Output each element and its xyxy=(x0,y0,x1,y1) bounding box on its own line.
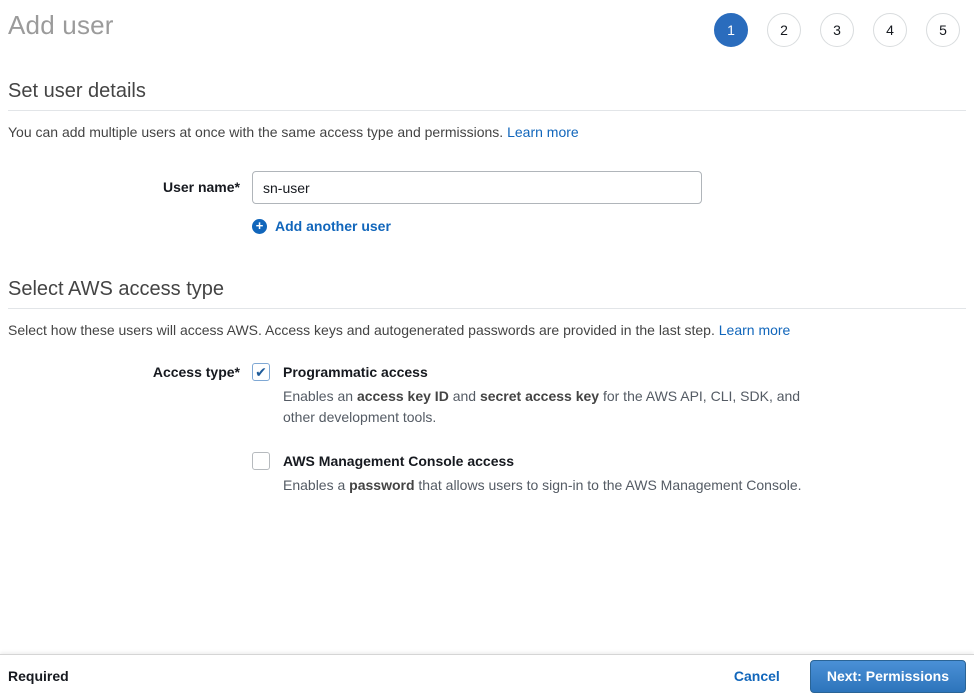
set-user-details-section: Set user details You can add multiple us… xyxy=(0,80,974,234)
console-access-option: AWS Management Console access Enables a … xyxy=(252,452,813,496)
wizard-step-5: 5 xyxy=(926,13,960,47)
access-type-label: Access type* xyxy=(0,363,240,496)
access-type-intro-text: Select how these users will access AWS. … xyxy=(8,322,715,338)
programmatic-access-checkbox[interactable]: ✔ xyxy=(252,363,270,381)
access-type-intro: Select how these users will access AWS. … xyxy=(8,321,966,339)
next-permissions-button[interactable]: Next: Permissions xyxy=(810,660,966,693)
wizard-footer: Required Cancel Next: Permissions xyxy=(0,654,974,697)
programmatic-access-description: Enables an access key ID and secret acce… xyxy=(283,386,813,428)
checkmark-icon: ✔ xyxy=(255,365,267,379)
select-access-type-section: Select AWS access type Select how these … xyxy=(0,278,974,496)
desc-text: that allows users to sign-in to the AWS … xyxy=(415,477,802,493)
console-access-title: AWS Management Console access xyxy=(283,452,802,469)
section-heading-access-type: Select AWS access type xyxy=(8,278,966,309)
access-type-row: Access type* ✔ Programmatic access Enabl… xyxy=(0,363,974,496)
wizard-step-2: 2 xyxy=(767,13,801,47)
console-access-body: AWS Management Console access Enables a … xyxy=(283,452,802,496)
desc-text: Enables an xyxy=(283,388,357,404)
user-details-intro: You can add multiple users at once with … xyxy=(8,123,966,141)
programmatic-access-title: Programmatic access xyxy=(283,363,813,380)
access-type-options: ✔ Programmatic access Enables an access … xyxy=(252,363,813,496)
console-access-checkbox[interactable] xyxy=(252,452,270,470)
user-name-row: User name* xyxy=(0,171,974,204)
cancel-button[interactable]: Cancel xyxy=(734,668,780,684)
add-another-user-link[interactable]: + Add another user xyxy=(252,218,391,234)
learn-more-link-user-details[interactable]: Learn more xyxy=(507,124,579,140)
desc-bold: access key ID xyxy=(357,388,449,404)
programmatic-access-body: Programmatic access Enables an access ke… xyxy=(283,363,813,428)
desc-bold: secret access key xyxy=(480,388,599,404)
page-title: Add user xyxy=(8,10,114,41)
add-another-user-label: Add another user xyxy=(275,218,391,234)
desc-text: and xyxy=(449,388,480,404)
user-name-input[interactable] xyxy=(252,171,702,204)
footer-actions: Cancel Next: Permissions xyxy=(734,660,974,693)
user-name-label: User name* xyxy=(0,171,240,204)
wizard-step-3: 3 xyxy=(820,13,854,47)
required-note: Required xyxy=(8,668,69,684)
wizard-step-1: 1 xyxy=(714,13,748,47)
page-header: Add user 1 2 3 4 5 xyxy=(0,0,974,72)
user-details-intro-text: You can add multiple users at once with … xyxy=(8,124,503,140)
console-access-description: Enables a password that allows users to … xyxy=(283,475,802,496)
learn-more-link-access-type[interactable]: Learn more xyxy=(719,322,791,338)
add-another-user-row: + Add another user xyxy=(0,218,974,234)
plus-circle-icon: + xyxy=(252,219,267,234)
programmatic-access-option: ✔ Programmatic access Enables an access … xyxy=(252,363,813,428)
section-heading-user-details: Set user details xyxy=(8,80,966,111)
wizard-steps: 1 2 3 4 5 xyxy=(714,13,960,47)
spacer xyxy=(0,218,240,234)
desc-bold: password xyxy=(349,477,414,493)
desc-text: Enables a xyxy=(283,477,349,493)
wizard-step-4: 4 xyxy=(873,13,907,47)
